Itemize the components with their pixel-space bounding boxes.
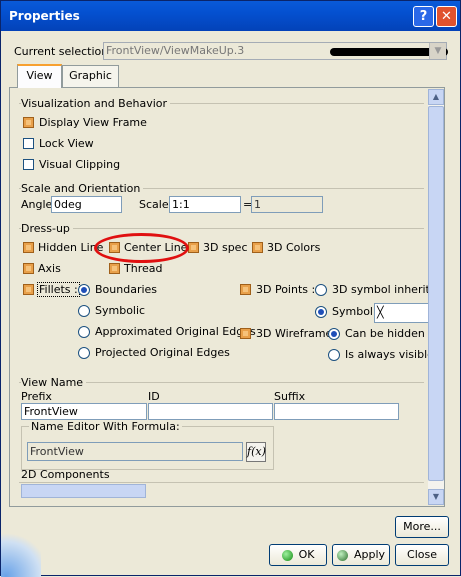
symbolic-label: Symbolic (95, 304, 146, 317)
lock-view-label: Lock View (39, 137, 94, 150)
3d-wireframe-label: 3D Wireframe (256, 327, 333, 340)
apply-label: Apply (353, 548, 386, 561)
prefix-input[interactable]: FrontView (21, 403, 147, 420)
axis-checkbox[interactable] (23, 263, 34, 274)
can-be-hidden-radio[interactable] (328, 328, 340, 340)
scale-label: Scale: (139, 198, 173, 211)
boundaries-label: Boundaries (95, 283, 158, 296)
scroll-thumb[interactable] (428, 106, 444, 481)
3d-colors-checkbox[interactable] (252, 242, 263, 253)
chevron-down-icon[interactable]: ▼ (429, 43, 446, 59)
id-label: ID (148, 390, 160, 403)
3d-spec-checkbox[interactable] (188, 242, 199, 253)
3d-points-label: 3D Points : (256, 283, 316, 296)
help-button[interactable]: ? (413, 6, 434, 27)
scale-result: 1 (251, 196, 323, 213)
tab-view[interactable]: View (17, 64, 62, 88)
display-view-frame-label: Display View Frame (39, 116, 147, 129)
name-formula-field: FrontView (27, 442, 243, 461)
prefix-label: Prefix (21, 390, 52, 403)
highlight-ellipse (94, 233, 189, 263)
formula-editor-button[interactable]: f(x) (246, 442, 266, 462)
3d-points-checkbox[interactable] (240, 284, 251, 295)
ok-label: OK (298, 548, 315, 561)
suffix-input[interactable] (274, 403, 399, 420)
projected-edges-radio[interactable] (78, 347, 90, 359)
approximated-edges-radio[interactable] (78, 326, 90, 338)
scroll-up-icon[interactable]: ▲ (428, 89, 444, 105)
current-selection-dropdown[interactable]: FrontView/ViewMakeUp.3 ▼ (103, 42, 448, 60)
visual-clipping-label: Visual Clipping (39, 158, 121, 171)
lock-view-checkbox[interactable] (23, 138, 34, 149)
symbol-label: Symbol (332, 305, 373, 318)
projected-edges-label: Projected Original Edges (95, 346, 230, 359)
3d-colors-label: 3D Colors (267, 241, 321, 254)
3d-symbol-inheritance-label: 3D symbol inheritanc (332, 283, 430, 296)
scroll-down-icon[interactable]: ▼ (428, 489, 444, 505)
axis-label: Axis (38, 262, 61, 275)
angle-input[interactable]: 0deg (51, 196, 122, 213)
title-bar: Properties ? ✕ (1, 1, 460, 31)
3d-symbol-inheritance-radio[interactable] (315, 284, 327, 296)
name-editor-heading: Name Editor With Formula: (29, 420, 182, 433)
tab-graphic[interactable]: Graphic (62, 65, 119, 87)
visualization-heading: Visualization and Behavior (21, 97, 171, 110)
always-visible-label: Is always visible (345, 348, 430, 361)
properties-dialog: Properties ? ✕ Current selection : Front… (0, 0, 461, 577)
thread-checkbox[interactable] (109, 263, 120, 274)
symbol-radio[interactable] (315, 306, 327, 318)
ok-icon (281, 549, 293, 561)
symbolic-radio[interactable] (78, 305, 90, 317)
3d-spec-label: 3D spec (203, 241, 248, 254)
approximated-edges-label: Approximated Original Edges (95, 325, 256, 338)
current-selection-value: FrontView/ViewMakeUp.3 (106, 44, 245, 57)
close-window-button[interactable]: ✕ (436, 6, 457, 27)
fillets-label: Fillets : (37, 282, 80, 297)
window-title: Properties (9, 9, 80, 23)
hidden-line-checkbox[interactable] (23, 242, 34, 253)
suffix-label: Suffix (274, 390, 306, 403)
divider (19, 228, 424, 230)
fillets-checkbox[interactable] (23, 284, 34, 295)
dressup-heading: Dress-up (21, 222, 73, 235)
current-selection-label: Current selection : (14, 45, 116, 58)
can-be-hidden-label: Can be hidden (345, 327, 425, 340)
scale-input[interactable]: 1:1 (169, 196, 241, 213)
vertical-scrollbar[interactable]: ▲ ▼ (428, 89, 444, 505)
view-name-heading: View Name (21, 376, 87, 389)
more-button[interactable]: More... (395, 516, 449, 538)
visual-clipping-checkbox[interactable] (23, 159, 34, 170)
apply-icon (336, 549, 348, 561)
id-input[interactable] (148, 403, 273, 420)
scale-heading: Scale and Orientation (21, 182, 144, 195)
always-visible-radio[interactable] (328, 349, 340, 361)
3d-wireframe-checkbox[interactable] (240, 328, 251, 339)
close-button[interactable]: Close (395, 544, 449, 566)
boundaries-radio[interactable] (78, 284, 90, 296)
symbol-selector[interactable]: ╳ (374, 303, 430, 323)
ok-button[interactable]: OK (269, 544, 327, 566)
apply-button[interactable]: Apply (332, 544, 390, 566)
components-scroll-thumb[interactable] (21, 484, 146, 498)
thread-label: Thread (124, 262, 163, 275)
display-view-frame-checkbox[interactable] (23, 117, 34, 128)
corner-decoration (1, 531, 41, 577)
